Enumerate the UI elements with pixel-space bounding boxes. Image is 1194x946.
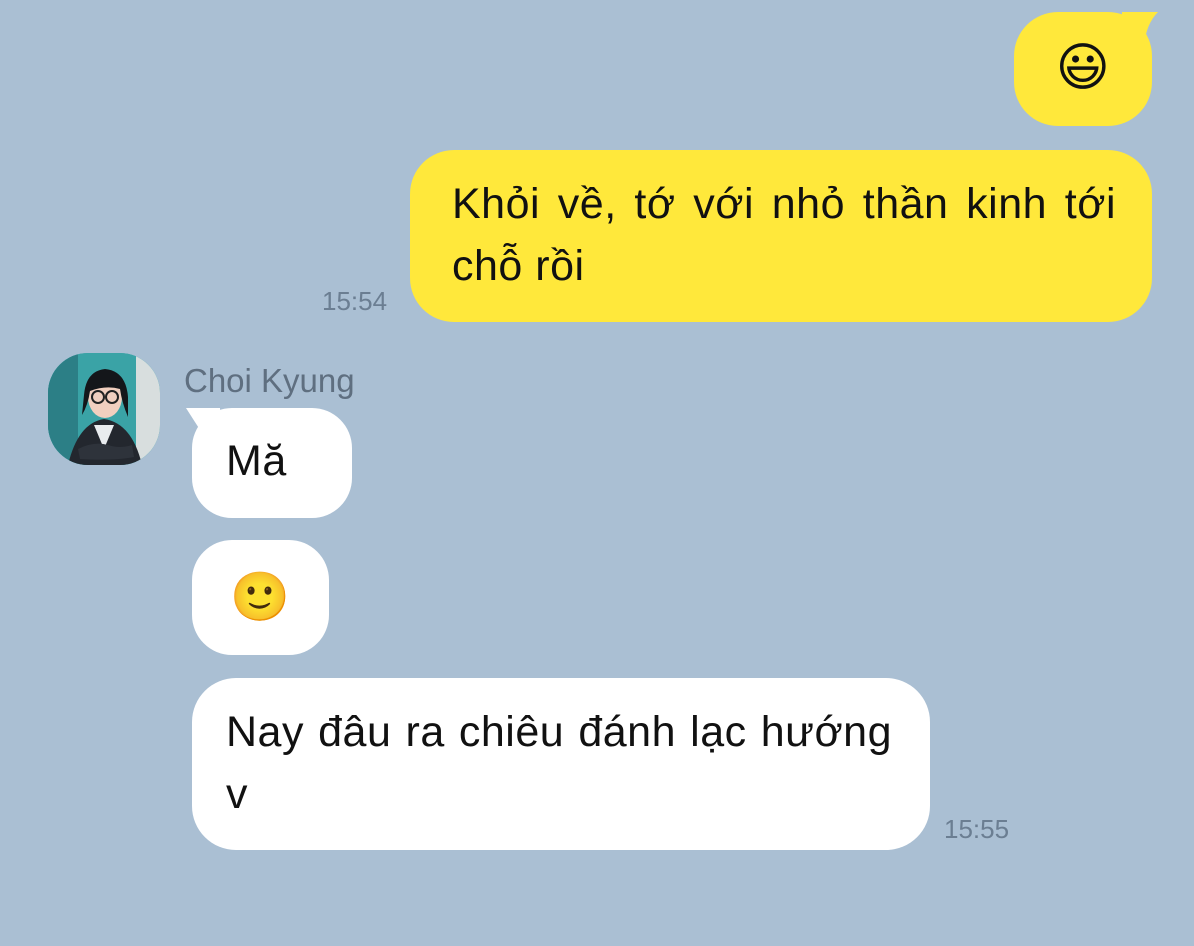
sent-message-text: Khỏi về, tớ với nhỏ thần kinh tới chỗ rồ… <box>452 180 1116 290</box>
received-message-bubble[interactable]: Nay đâu ra chiêu đánh lạc hướng v <box>192 678 930 850</box>
received-message-text: Nay đâu ra chiêu đánh lạc hướng v <box>226 708 892 818</box>
sent-message-time: 15:54 <box>322 286 388 316</box>
contact-avatar[interactable] <box>48 353 160 465</box>
received-message-bubble[interactable]: Mă <box>192 408 352 518</box>
sent-bubble-tail <box>1122 12 1158 46</box>
smiling-face-emoji: 🙂 <box>230 571 291 624</box>
received-emoji-bubble[interactable]: 🙂 <box>192 540 329 655</box>
received-message-time: 15:55 <box>944 814 1010 844</box>
contact-name: Choi Kyung <box>184 362 355 399</box>
sent-message-bubble[interactable]: Khỏi về, tớ với nhỏ thần kinh tới chỗ rồ… <box>410 150 1152 322</box>
received-message-text: Mă <box>226 437 287 485</box>
